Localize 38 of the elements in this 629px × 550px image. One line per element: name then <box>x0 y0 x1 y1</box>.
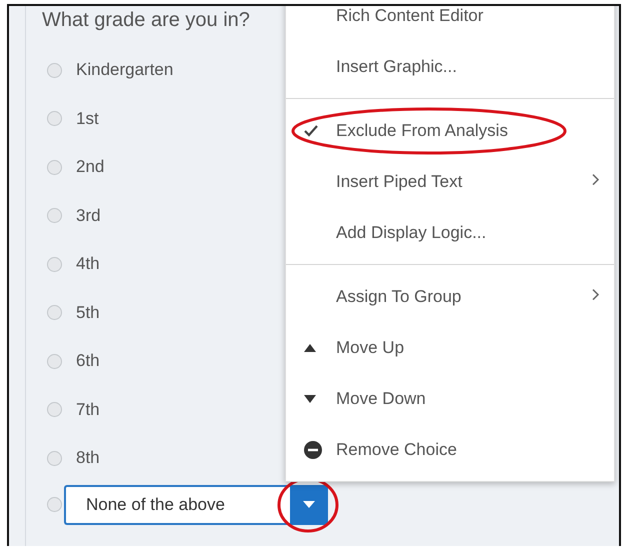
menu-item[interactable]: Assign To Group <box>286 271 614 322</box>
radio-button[interactable] <box>47 208 62 224</box>
question-text: What grade are you in? <box>42 8 250 32</box>
triangle-down-icon <box>304 394 316 402</box>
menu-item[interactable]: Move Up <box>286 322 614 373</box>
radio-button[interactable] <box>47 111 62 126</box>
radio-button[interactable] <box>47 497 62 512</box>
choice-label: 7th <box>76 400 100 420</box>
radio-button[interactable] <box>47 256 62 272</box>
menu-item[interactable]: Rich Content Editor <box>286 6 614 41</box>
choice-label: 3rd <box>76 206 101 226</box>
choice-label: 4th <box>76 254 100 274</box>
menu-item[interactable]: Remove Choice <box>286 424 614 475</box>
radio-button[interactable] <box>47 354 62 369</box>
choice-input-field[interactable]: None of the above <box>64 484 290 524</box>
menu-item[interactable]: Add Display Logic... <box>286 207 614 258</box>
triangle-up-icon <box>304 344 316 352</box>
choice-label: 6th <box>76 351 100 372</box>
choice-label: 1st <box>76 108 99 129</box>
chevron-right-icon <box>592 288 600 300</box>
menu-item[interactable]: Move Down <box>286 373 614 424</box>
radio-button[interactable] <box>47 160 62 175</box>
minus-circle-icon <box>304 440 322 458</box>
checkmark-icon <box>304 124 318 136</box>
choice-label: 5th <box>76 302 100 323</box>
choice-label: 2nd <box>76 157 104 178</box>
radio-button[interactable] <box>47 402 62 418</box>
radio-button[interactable] <box>47 62 62 78</box>
menu-item[interactable]: Insert Graphic... <box>286 41 614 92</box>
radio-button[interactable] <box>47 305 62 320</box>
radio-button[interactable] <box>47 450 62 466</box>
menu-item[interactable]: Insert Piped Text <box>286 156 614 207</box>
dropdown-button[interactable] <box>290 484 328 524</box>
menu-item[interactable]: Exclude From Analysis <box>286 105 614 156</box>
choice-label: 8th <box>76 448 100 468</box>
choice-label: Kindergarten <box>76 60 174 80</box>
caret-down-icon <box>303 501 315 508</box>
chevron-right-icon <box>592 173 600 186</box>
